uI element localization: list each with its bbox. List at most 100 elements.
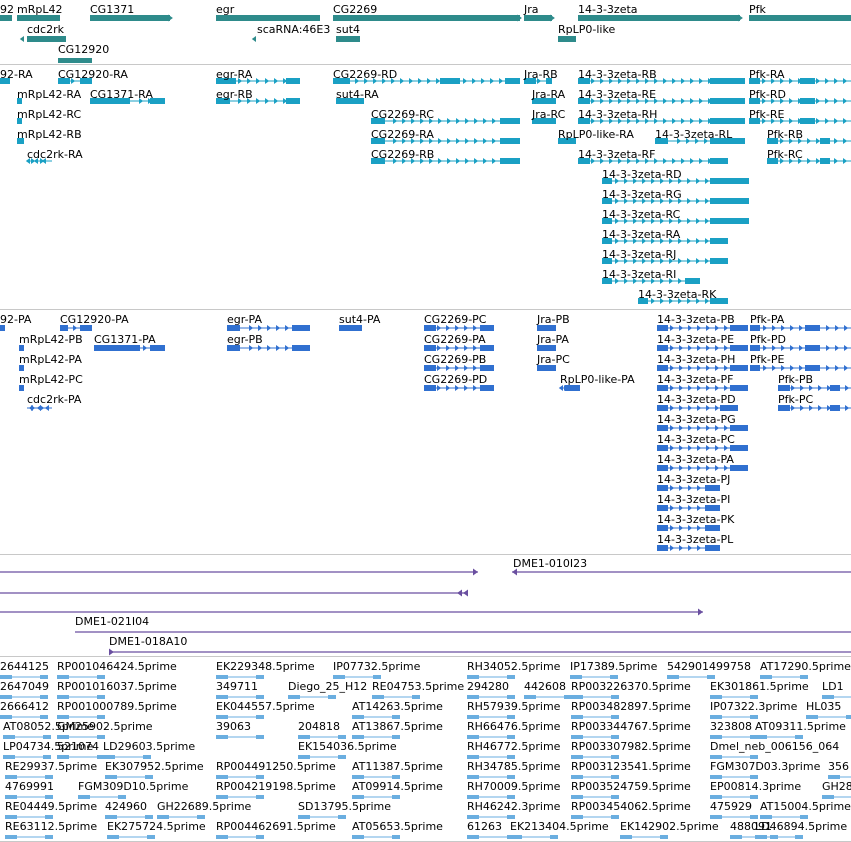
transcript-label[interactable]: egr-RA: [216, 68, 252, 81]
est-label[interactable]: 323808: [710, 720, 752, 733]
est-label[interactable]: Dmel_neb_006156_064: [710, 740, 839, 753]
est-label[interactable]: AT17290.5prime: [760, 660, 851, 673]
est-label[interactable]: 356: [828, 760, 849, 773]
transcript-label[interactable]: Pfk-RC: [767, 148, 803, 161]
protein-glyph[interactable]: [805, 345, 820, 351]
est-glyph[interactable]: [57, 695, 69, 699]
est-glyph[interactable]: [5, 815, 17, 819]
est-glyph[interactable]: [611, 715, 619, 719]
est-glyph[interactable]: [328, 695, 336, 699]
protein-glyph[interactable]: [292, 325, 310, 331]
est-glyph[interactable]: [571, 795, 583, 799]
transcript-label[interactable]: Pfk-RE: [749, 108, 784, 121]
est-glyph[interactable]: [43, 735, 51, 739]
gene-label[interactable]: egr: [216, 3, 234, 16]
transcript-glyph[interactable]: [710, 218, 749, 224]
protein-label[interactable]: 14-3-3zeta-PK: [657, 513, 734, 526]
gene-glyph[interactable]: [336, 36, 360, 42]
est-glyph[interactable]: [373, 675, 381, 679]
est-glyph[interactable]: [620, 835, 632, 839]
est-glyph[interactable]: [97, 715, 105, 719]
est-glyph[interactable]: [610, 675, 618, 679]
protein-glyph[interactable]: [830, 385, 840, 391]
est-label[interactable]: EK229348.5prime: [216, 660, 315, 673]
gene-label[interactable]: 92: [0, 3, 14, 16]
est-glyph[interactable]: [611, 815, 619, 819]
est-label[interactable]: RE04449.5prime: [5, 800, 97, 813]
est-label[interactable]: 2644125: [0, 660, 49, 673]
est-label[interactable]: RP001016037.5prime: [57, 680, 177, 693]
est-glyph[interactable]: [338, 755, 346, 759]
protein-label[interactable]: CG1371-PA: [94, 333, 156, 346]
est-label[interactable]: RH34052.5prime: [467, 660, 560, 673]
est-label[interactable]: AT13867.5prime: [352, 720, 443, 733]
protein-label[interactable]: Pfk-PE: [750, 353, 784, 366]
est-glyph[interactable]: [352, 715, 364, 719]
est-glyph[interactable]: [710, 715, 722, 719]
est-glyph[interactable]: [755, 835, 767, 839]
transcript-label[interactable]: 92-RA: [0, 68, 33, 81]
est-label[interactable]: SD13795.5prime: [298, 800, 391, 813]
est-glyph[interactable]: [822, 795, 834, 799]
est-label[interactable]: GM25902.5prime: [57, 720, 153, 733]
est-glyph[interactable]: [57, 715, 69, 719]
gene-label[interactable]: Jra: [524, 3, 539, 16]
transcript-label[interactable]: CG2269-RB: [371, 148, 434, 161]
transcript-glyph[interactable]: [710, 118, 745, 124]
protein-label[interactable]: mRpL42-PC: [19, 373, 83, 386]
est-glyph[interactable]: [143, 755, 151, 759]
protein-label[interactable]: cdc2rk-PA: [27, 393, 81, 406]
protein-glyph[interactable]: [805, 365, 820, 371]
est-glyph[interactable]: [760, 675, 772, 679]
est-glyph[interactable]: [570, 675, 582, 679]
est-glyph[interactable]: [750, 815, 758, 819]
transcript-label[interactable]: 14-3-3zeta-RG: [602, 188, 682, 201]
transcript-glyph[interactable]: [800, 78, 815, 84]
clone-label[interactable]: DME1-018A10: [109, 635, 187, 648]
gene-label[interactable]: mRpL42: [17, 3, 62, 16]
est-glyph[interactable]: [795, 735, 803, 739]
est-label[interactable]: LD46894.5prime: [755, 820, 847, 833]
est-label[interactable]: RH46242.3prime: [467, 800, 560, 813]
est-glyph[interactable]: [710, 815, 722, 819]
est-glyph[interactable]: [467, 815, 479, 819]
est-label[interactable]: 542901499758: [667, 660, 751, 673]
est-glyph[interactable]: [510, 835, 522, 839]
protein-label[interactable]: Jra-PC: [537, 353, 570, 366]
est-label[interactable]: RP003307982.5prime: [571, 740, 691, 753]
gene-label[interactable]: CG2269: [333, 3, 377, 16]
est-glyph[interactable]: [40, 715, 48, 719]
est-glyph[interactable]: [467, 775, 479, 779]
est-label[interactable]: GH22689.5prime: [157, 800, 251, 813]
transcript-label[interactable]: CG12920-RA: [58, 68, 128, 81]
transcript-label[interactable]: Pfk-RB: [767, 128, 803, 141]
est-glyph[interactable]: [352, 735, 364, 739]
est-glyph[interactable]: [333, 675, 345, 679]
est-label[interactable]: RH34785.5prime: [467, 760, 560, 773]
transcript-glyph[interactable]: [685, 278, 700, 284]
protein-label[interactable]: mRpL42-PB: [19, 333, 83, 346]
est-glyph[interactable]: [338, 815, 346, 819]
est-glyph[interactable]: [216, 835, 228, 839]
est-glyph[interactable]: [57, 755, 69, 759]
transcript-label[interactable]: 14-3-3zeta-RE: [578, 88, 656, 101]
est-label[interactable]: EK044557.5prime: [216, 700, 315, 713]
est-label[interactable]: RE29937.5prime: [5, 760, 97, 773]
est-glyph[interactable]: [5, 835, 17, 839]
protein-label[interactable]: 14-3-3zeta-PL: [657, 533, 733, 546]
est-glyph[interactable]: [507, 795, 515, 799]
est-glyph[interactable]: [750, 755, 758, 759]
transcript-label[interactable]: Jra-RA: [532, 88, 565, 101]
est-glyph[interactable]: [467, 695, 479, 699]
est-glyph[interactable]: [256, 695, 264, 699]
transcript-label[interactable]: Jra-RB: [524, 68, 558, 81]
est-glyph[interactable]: [667, 675, 679, 679]
est-glyph[interactable]: [40, 695, 48, 699]
est-label[interactable]: IP17389.5prime: [570, 660, 657, 673]
est-glyph[interactable]: [571, 755, 583, 759]
transcript-label[interactable]: Jra-RC: [532, 108, 565, 121]
est-glyph[interactable]: [45, 835, 53, 839]
protein-label[interactable]: 14-3-3zeta-PF: [657, 373, 733, 386]
protein-label[interactable]: Pfk-PB: [778, 373, 813, 386]
est-glyph[interactable]: [710, 795, 722, 799]
